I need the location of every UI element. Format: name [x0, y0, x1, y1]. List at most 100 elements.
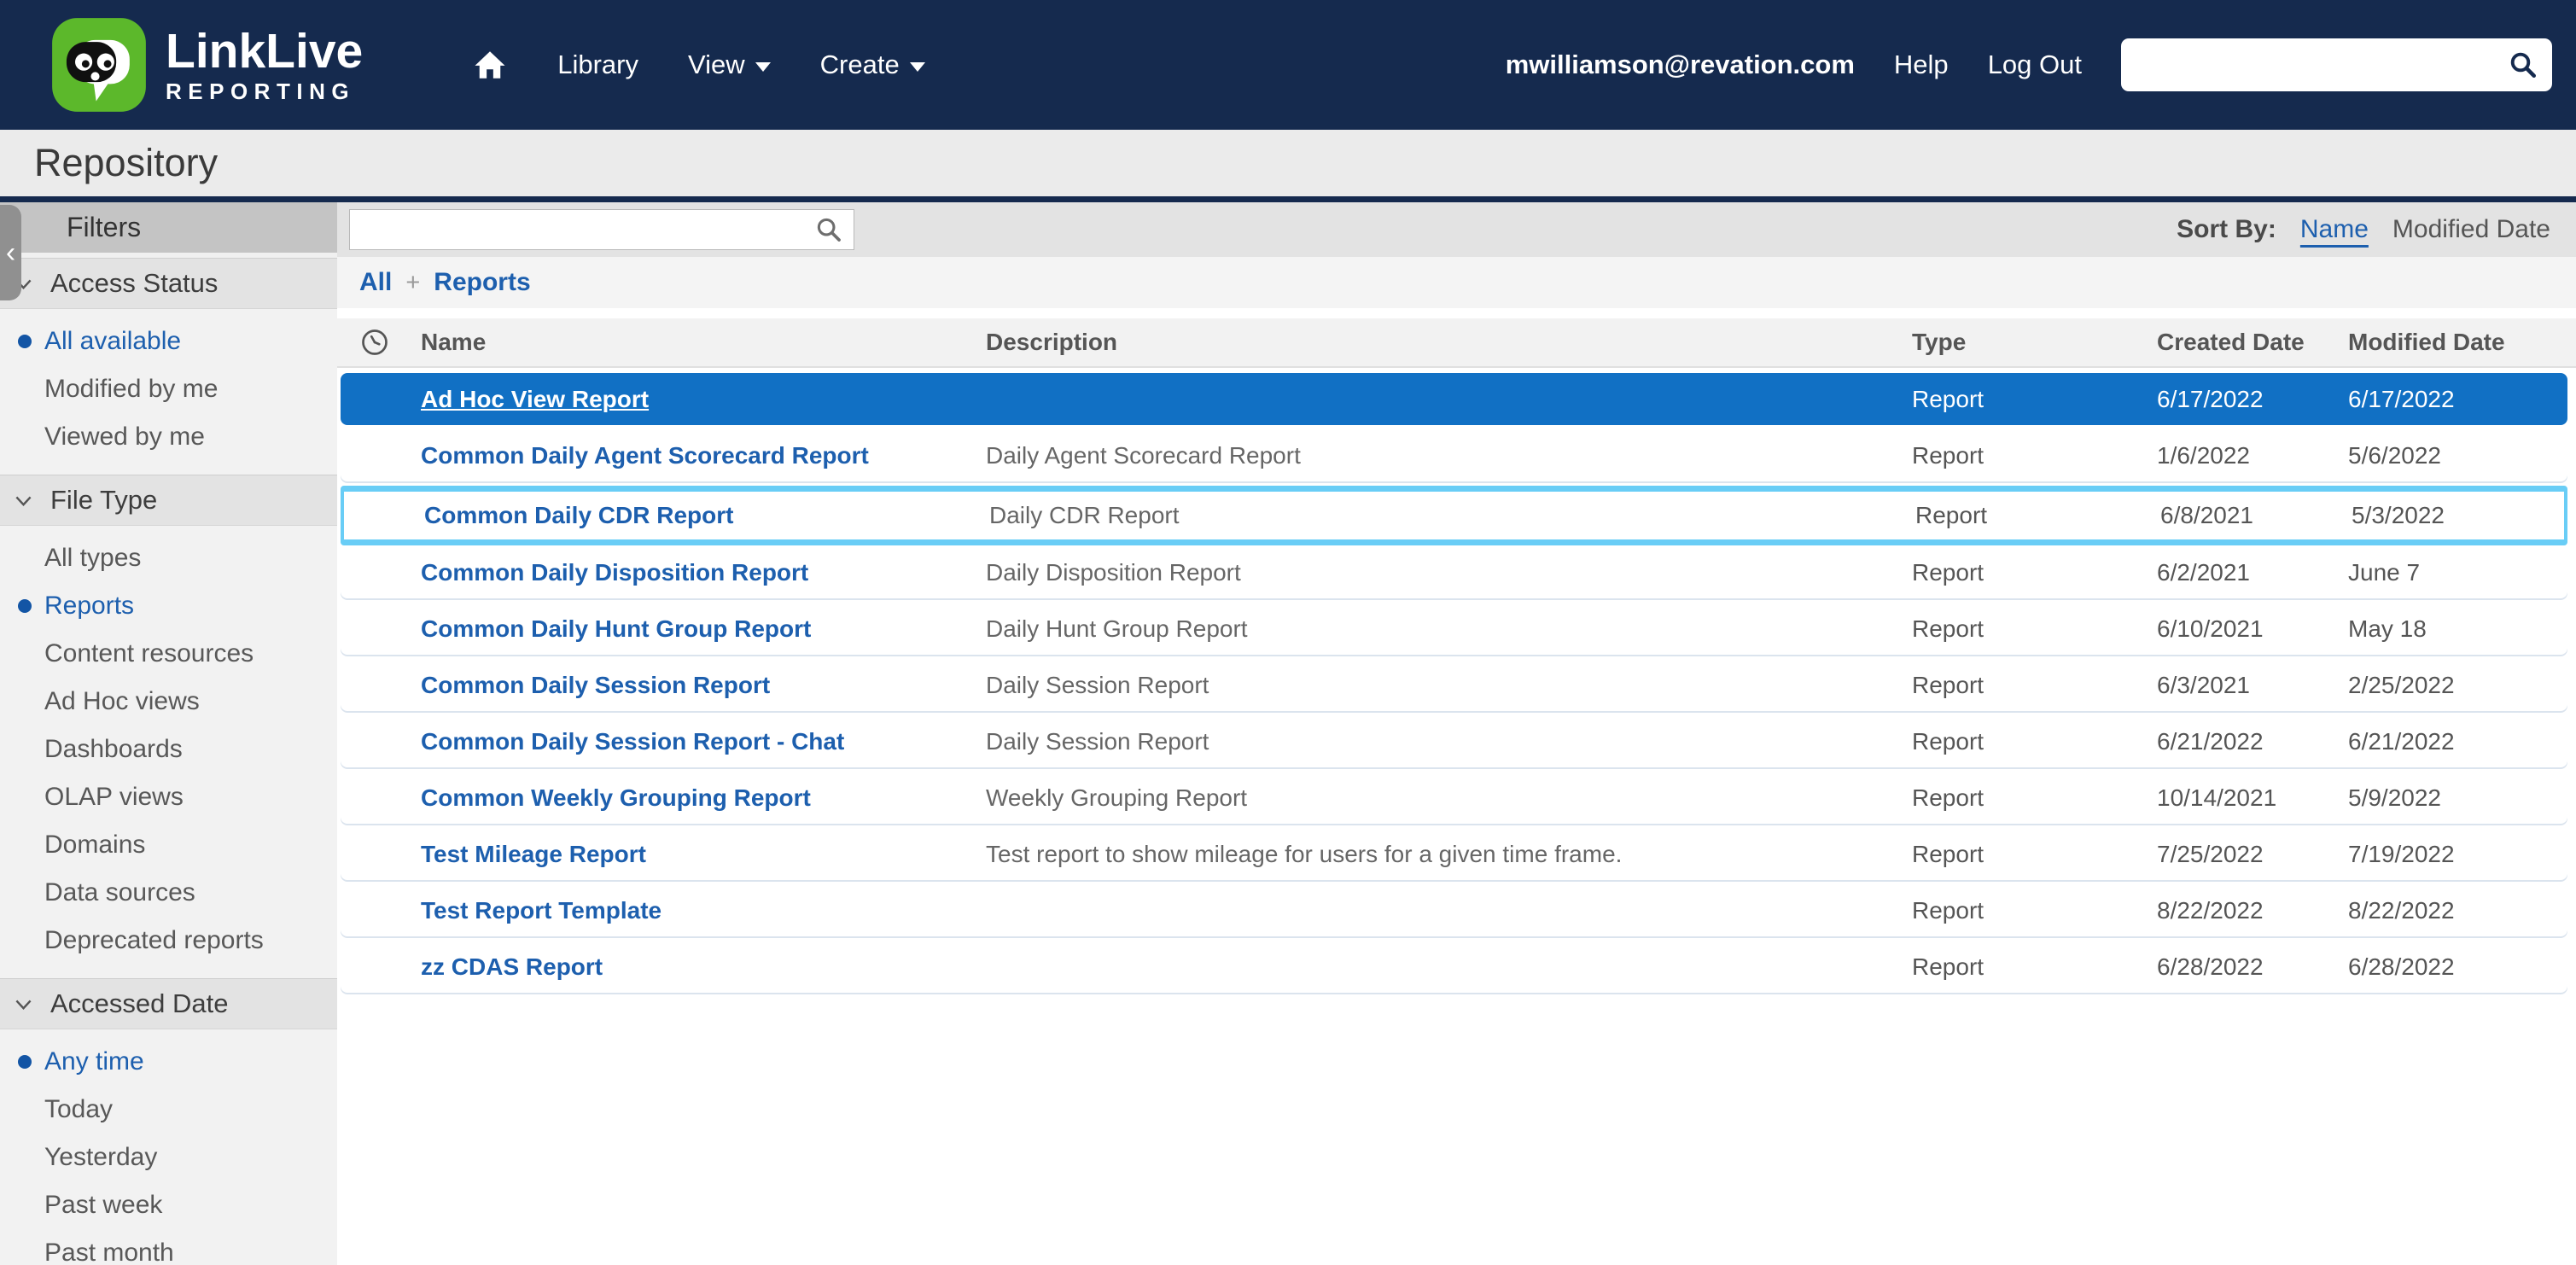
column-created-date[interactable]: Created Date	[2148, 329, 2340, 356]
report-created-date: 6/17/2022	[2148, 386, 2340, 413]
navbar-right: mwilliamson@revation.com Help Log Out	[1506, 38, 2552, 91]
column-type[interactable]: Type	[1903, 329, 2148, 356]
report-link[interactable]: Common Daily Session Report	[412, 672, 977, 699]
repository-toolbar: Sort By: Name Modified Date	[337, 202, 2576, 257]
report-created-date: 6/3/2021	[2148, 672, 2340, 699]
table-row-common-daily-agent-scorecard-report[interactable]: Common Daily Agent Scorecard Report Dail…	[341, 429, 2567, 481]
sidebar-item-modified-by-me[interactable]: Modified by me	[0, 365, 337, 413]
sidebar-item-ad-hoc-views[interactable]: Ad Hoc views	[0, 678, 337, 726]
sidebar-item-all-available[interactable]: All available	[0, 318, 337, 365]
sidebar-item-olap-views[interactable]: OLAP views	[0, 773, 337, 821]
sidebar-item-reports[interactable]: Reports	[0, 582, 337, 630]
search-icon[interactable]	[2508, 50, 2538, 80]
logout-link[interactable]: Log Out	[1988, 50, 2082, 80]
report-link[interactable]: Test Mileage Report	[412, 841, 977, 868]
repository-search	[349, 209, 854, 250]
report-link[interactable]: zz CDAS Report	[412, 953, 977, 981]
linklive-logo[interactable]: LinkLive REPORTING	[51, 17, 363, 113]
filter-section-title: File Type	[50, 485, 157, 516]
report-link[interactable]: Common Weekly Grouping Report	[412, 784, 977, 812]
sidebar-item-data-sources[interactable]: Data sources	[0, 869, 337, 917]
collapse-filters-tab[interactable]: ‹	[0, 205, 21, 300]
brand-name: LinkLive	[166, 27, 363, 76]
nav-create[interactable]: Create	[820, 50, 925, 80]
brand-text: LinkLive REPORTING	[166, 27, 363, 102]
report-link[interactable]: Ad Hoc View Report	[412, 386, 977, 413]
report-type: Report	[1903, 897, 2148, 924]
report-modified-date: 5/3/2022	[2343, 502, 2564, 529]
table-row-common-daily-session-report-chat[interactable]: Common Daily Session Report - Chat Daily…	[341, 715, 2567, 767]
column-modified-date[interactable]: Modified Date	[2340, 329, 2576, 356]
clock-icon	[337, 327, 412, 358]
column-name[interactable]: Name	[412, 329, 977, 356]
help-link[interactable]: Help	[1894, 50, 1949, 80]
filter-section-header-access-status[interactable]: Access Status	[0, 258, 337, 309]
nav-label: View	[688, 50, 745, 80]
page-title-bar: Repository	[0, 130, 2576, 196]
sidebar-item-label: Dashboards	[44, 735, 183, 764]
report-modified-date: 6/28/2022	[2340, 953, 2567, 981]
report-link[interactable]: Common Daily Agent Scorecard Report	[412, 442, 977, 469]
sidebar-item-past-month[interactable]: Past month	[0, 1229, 337, 1265]
divider	[337, 308, 2576, 318]
table-row-common-daily-session-report[interactable]: Common Daily Session Report Daily Sessio…	[341, 659, 2567, 711]
plus-icon: +	[405, 269, 420, 297]
report-type: Report	[1903, 386, 2148, 413]
table-row-common-daily-disposition-report[interactable]: Common Daily Disposition Report Daily Di…	[341, 546, 2567, 598]
table-row-ad-hoc-view-report[interactable]: Ad Hoc View Report Report 6/17/2022 6/17…	[341, 373, 2567, 425]
sidebar-item-content-resources[interactable]: Content resources	[0, 630, 337, 678]
report-link[interactable]: Common Daily Session Report - Chat	[412, 728, 977, 755]
page-title: Repository	[34, 141, 218, 185]
table-row-zz-cdas-report[interactable]: zz CDAS Report Report 6/28/2022 6/28/202…	[341, 941, 2567, 993]
sidebar-item-viewed-by-me[interactable]: Viewed by me	[0, 413, 337, 461]
filter-section-title: Accessed Date	[50, 988, 229, 1019]
sidebar-item-label: Yesterday	[44, 1143, 157, 1172]
table-row-common-daily-cdr-report[interactable]: Common Daily CDR Report Daily CDR Report…	[341, 486, 2567, 545]
report-modified-date: 6/21/2022	[2340, 728, 2567, 755]
table-row-common-daily-hunt-group-report[interactable]: Common Daily Hunt Group Report Daily Hun…	[341, 603, 2567, 655]
report-created-date: 7/25/2022	[2148, 841, 2340, 868]
sidebar-item-domains[interactable]: Domains	[0, 821, 337, 869]
top-navbar: LinkLive REPORTING Library View Create mwi…	[0, 0, 2576, 130]
report-modified-date: May 18	[2340, 615, 2567, 643]
report-modified-date: June 7	[2340, 559, 2567, 586]
sidebar-item-deprecated-reports[interactable]: Deprecated reports	[0, 917, 337, 965]
nav-library[interactable]: Library	[557, 50, 638, 80]
report-link[interactable]: Common Daily Hunt Group Report	[412, 615, 977, 643]
sidebar-item-label: Past week	[44, 1191, 162, 1220]
search-icon[interactable]	[814, 215, 843, 244]
home-button[interactable]	[472, 47, 508, 83]
report-type: Report	[1907, 502, 2152, 529]
report-type: Report	[1903, 841, 2148, 868]
report-description: Daily Session Report	[977, 672, 1903, 699]
sidebar-item-today[interactable]: Today	[0, 1086, 337, 1134]
global-search-input[interactable]	[2135, 38, 2508, 91]
filter-section-file-type: File Type All types Reports Content reso…	[0, 475, 337, 978]
breadcrumb-reports[interactable]: Reports	[434, 268, 530, 297]
report-link[interactable]: Test Report Template	[412, 897, 977, 924]
sort-option-name[interactable]: Name	[2300, 215, 2369, 244]
report-type: Report	[1903, 784, 2148, 812]
sort-option-modified-date[interactable]: Modified Date	[2392, 215, 2550, 244]
sidebar-item-any-time[interactable]: Any time	[0, 1038, 337, 1086]
column-description[interactable]: Description	[977, 329, 1903, 356]
sidebar-item-yesterday[interactable]: Yesterday	[0, 1134, 337, 1181]
repository-search-input[interactable]	[360, 216, 814, 244]
sidebar-item-all-types[interactable]: All types	[0, 534, 337, 582]
report-modified-date: 7/19/2022	[2340, 841, 2567, 868]
table-row-common-weekly-grouping-report[interactable]: Common Weekly Grouping Report Weekly Gro…	[341, 772, 2567, 824]
report-link[interactable]: Common Daily Disposition Report	[412, 559, 977, 586]
table-row-test-mileage-report[interactable]: Test Mileage Report Test report to show …	[341, 828, 2567, 880]
report-description: Daily Agent Scorecard Report	[977, 442, 1903, 469]
breadcrumb-all[interactable]: All	[359, 268, 392, 297]
report-description: Daily Disposition Report	[977, 559, 1903, 586]
report-type: Report	[1903, 615, 2148, 643]
table-row-test-report-template[interactable]: Test Report Template Report 8/22/2022 8/…	[341, 884, 2567, 936]
filter-section-header-accessed-date[interactable]: Accessed Date	[0, 978, 337, 1029]
report-created-date: 1/6/2022	[2148, 442, 2340, 469]
sidebar-item-past-week[interactable]: Past week	[0, 1181, 337, 1229]
nav-view[interactable]: View	[688, 50, 771, 80]
report-link[interactable]: Common Daily CDR Report	[416, 502, 981, 529]
sidebar-item-dashboards[interactable]: Dashboards	[0, 726, 337, 773]
filter-section-header-file-type[interactable]: File Type	[0, 475, 337, 526]
